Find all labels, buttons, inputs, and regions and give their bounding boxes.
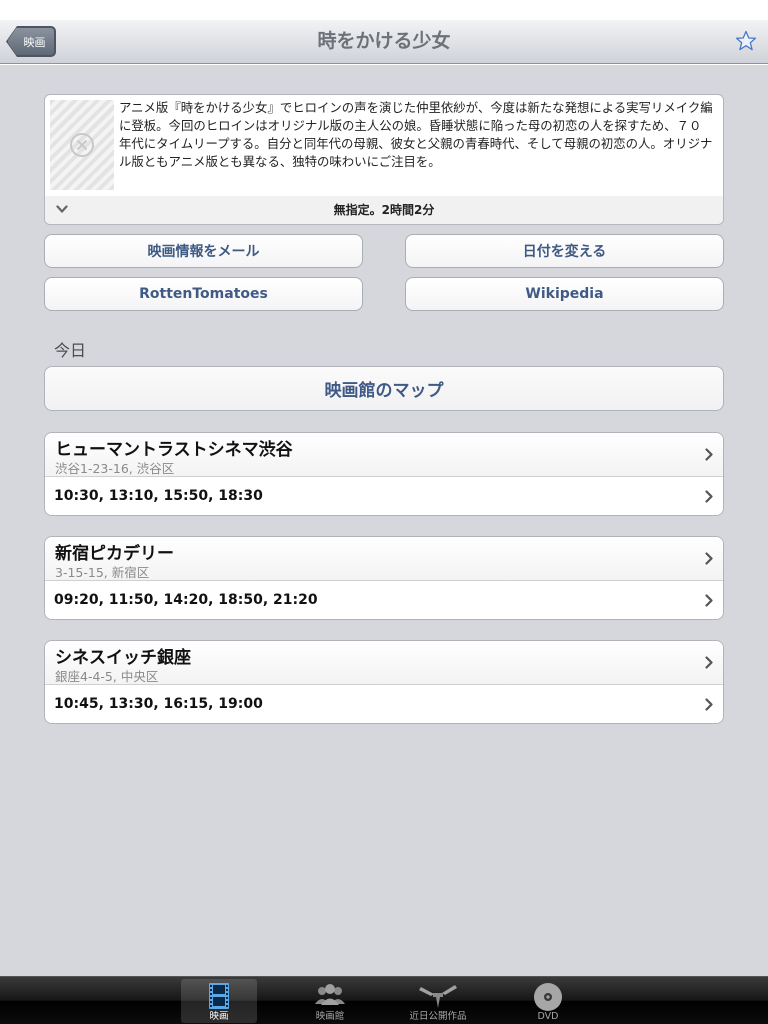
runtime-text: 無指定。2時間2分 [333,203,435,217]
showtimes-text: 09:20, 11:50, 14:20, 18:50, 21:20 [54,592,318,608]
tab-movies-label: 映画 [209,1011,229,1022]
showtimes-text: 10:45, 13:30, 16:15, 19:00 [54,696,263,712]
back-button[interactable]: 映画 [7,27,55,56]
tab-movies[interactable]: 映画 [181,979,257,1023]
email-movie-info-label: 映画情報をメール [147,244,260,260]
showtimes-row[interactable]: 10:45, 13:30, 16:15, 19:00 [45,685,723,723]
poster-placeholder [50,100,114,190]
email-movie-info-button[interactable]: 映画情報をメール [44,234,363,268]
theater-name: ヒューマントラストシネマ渋谷 [55,440,293,460]
theater-map-button[interactable]: 映画館のマップ [44,366,724,411]
status-bar [0,0,768,20]
movie-synopsis: アニメ版『時をかける少女』でヒロインの声を演じた仲里依紗が、今度は新たな発想によ… [119,100,713,169]
back-button-label: 映画 [23,35,46,49]
people-icon [315,984,345,1005]
theater-card: シネスイッチ銀座 銀座4-4-5, 中央区 10:45, 13:30, 16:1… [44,640,724,724]
rotten-tomatoes-label: RottenTomatoes [139,286,268,302]
theater-address: 渋谷1-23-16, 渋谷区 [55,461,175,476]
wikipedia-button[interactable]: Wikipedia [405,277,724,311]
tab-upcoming[interactable]: 近日公開作品 [400,979,476,1023]
tab-dvd[interactable]: DVD [510,979,586,1023]
tab-upcoming-label: 近日公開作品 [409,1011,467,1022]
chevron-right-icon [705,656,713,669]
change-date-label: 日付を変える [522,244,607,260]
disc-icon [534,983,562,1011]
showtimes-row[interactable]: 10:30, 13:10, 15:50, 18:30 [45,477,723,515]
chevron-right-icon [705,698,713,711]
section-header-today: 今日 [54,341,87,360]
broken-image-icon [70,133,94,157]
chevron-right-icon [705,448,713,461]
clapper-icon [419,985,457,1008]
tab-theaters-label: 映画館 [315,1011,345,1022]
tab-dvd-label: DVD [537,1011,559,1022]
chevron-right-icon [705,552,713,565]
favorite-star-icon[interactable] [734,29,758,53]
theater-map-label: 映画館のマップ [324,381,444,401]
main-content: アニメ版『時をかける少女』でヒロインの声を演じた仲里依紗が、今度は新たな発想によ… [0,65,768,976]
chevron-right-icon [705,594,713,607]
showtimes-row[interactable]: 09:20, 11:50, 14:20, 18:50, 21:20 [45,581,723,619]
chevron-right-icon [705,490,713,503]
change-date-button[interactable]: 日付を変える [405,234,724,268]
theater-header-row[interactable]: ヒューマントラストシネマ渋谷 渋谷1-23-16, 渋谷区 [45,433,723,477]
film-icon [209,983,229,1009]
theater-card: ヒューマントラストシネマ渋谷 渋谷1-23-16, 渋谷区 10:30, 13:… [44,432,724,516]
navigation-bar: 映画 時をかける少女 [0,20,768,64]
theater-header-row[interactable]: シネスイッチ銀座 銀座4-4-5, 中央区 [45,641,723,685]
theater-address: 3-15-15, 新宿区 [55,565,150,580]
rotten-tomatoes-button[interactable]: RottenTomatoes [44,277,363,311]
movie-info-card: アニメ版『時をかける少女』でヒロインの声を演じた仲里依紗が、今度は新たな発想によ… [44,94,724,225]
wikipedia-label: Wikipedia [525,286,604,302]
theater-address: 銀座4-4-5, 中央区 [55,669,159,684]
theater-name: シネスイッチ銀座 [55,648,191,668]
movie-info-footer[interactable]: 無指定。2時間2分 [45,196,723,224]
tab-bar: 映画 映画館 近日公開作品 DVD [0,976,768,1024]
theater-name: 新宿ピカデリー [55,544,174,564]
showtimes-text: 10:30, 13:10, 15:50, 18:30 [54,488,263,504]
theater-header-row[interactable]: 新宿ピカデリー 3-15-15, 新宿区 [45,537,723,581]
theater-card: 新宿ピカデリー 3-15-15, 新宿区 09:20, 11:50, 14:20… [44,536,724,620]
page-title: 時をかける少女 [317,30,451,52]
tab-theaters[interactable]: 映画館 [292,979,368,1023]
